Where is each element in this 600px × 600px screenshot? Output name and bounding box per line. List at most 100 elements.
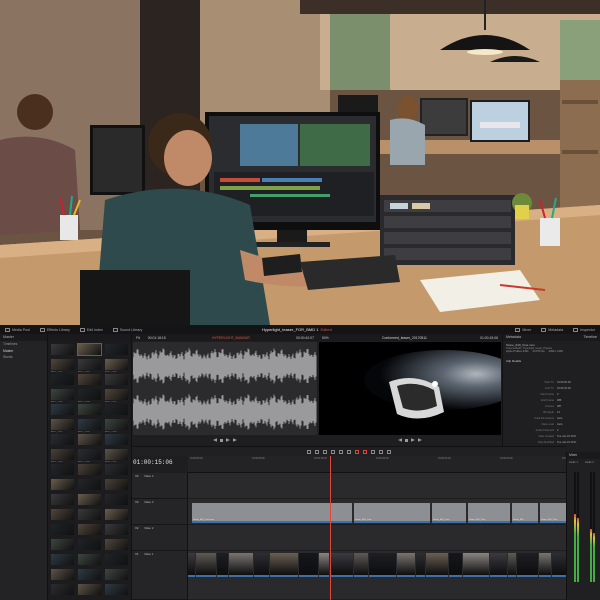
- play-button[interactable]: [226, 438, 230, 442]
- media-pool-tab[interactable]: Media Pool: [0, 327, 35, 332]
- video-clip[interactable]: [463, 553, 489, 577]
- media-thumbnail[interactable]: [51, 419, 74, 430]
- media-thumbnail[interactable]: [105, 584, 128, 595]
- media-thumbnail[interactable]: [105, 509, 128, 520]
- mixer-tab[interactable]: Mixer: [510, 327, 536, 332]
- video-clip[interactable]: [299, 553, 318, 577]
- media-thumbnail[interactable]: [78, 404, 101, 415]
- video-clip[interactable]: [196, 553, 216, 577]
- media-thumbnail[interactable]: [105, 404, 128, 415]
- media-thumbnail[interactable]: [105, 554, 128, 565]
- media-thumbnail[interactable]: [51, 404, 74, 415]
- video-clip[interactable]: [426, 553, 448, 577]
- track-header[interactable]: V1 Video 1: [132, 551, 188, 600]
- media-thumbnail[interactable]: [105, 494, 128, 505]
- video-clip[interactable]: [449, 553, 462, 577]
- record-rewind-button[interactable]: [398, 438, 402, 442]
- timeline-clip[interactable]: Stone_640: [512, 503, 538, 523]
- media-thumbnail[interactable]: [78, 554, 101, 565]
- stop-button[interactable]: [220, 438, 223, 442]
- media-thumbnail[interactable]: [105, 419, 128, 430]
- media-thumbnail[interactable]: [105, 389, 128, 400]
- track-lane[interactable]: [188, 525, 566, 551]
- record-viewer[interactable]: [319, 342, 501, 435]
- flag-icon[interactable]: [371, 449, 375, 454]
- media-thumbnail[interactable]: [105, 569, 128, 580]
- media-thumbnail[interactable]: [77, 343, 102, 356]
- media-thumbnail[interactable]: [105, 524, 128, 535]
- video-clip[interactable]: [539, 553, 551, 577]
- media-thumbnail[interactable]: [51, 524, 74, 535]
- inspector-tab[interactable]: Inspector: [568, 327, 600, 332]
- insert-clip-icon[interactable]: [331, 449, 335, 454]
- timeline-clip[interactable]: Stone_640_Cine: [432, 503, 466, 523]
- video-clip[interactable]: [552, 553, 566, 577]
- bin-item-stunts[interactable]: Stunts: [0, 354, 47, 360]
- timeline-clip[interactable]: Stone_640_Cine: [468, 503, 510, 523]
- media-thumbnail[interactable]: [78, 389, 101, 400]
- video-clip[interactable]: [217, 553, 228, 577]
- track-lane[interactable]: [188, 473, 566, 499]
- video-clip[interactable]: [270, 553, 298, 577]
- media-thumbnail[interactable]: [51, 584, 74, 595]
- selection-tool-icon[interactable]: [307, 449, 311, 454]
- effects-library-tab[interactable]: Effects Library: [35, 327, 75, 332]
- media-thumbnail[interactable]: [78, 434, 101, 445]
- linked-selection-icon[interactable]: [363, 449, 367, 454]
- video-clip[interactable]: [330, 553, 353, 577]
- media-thumbnail[interactable]: [105, 374, 128, 385]
- record-forward-button[interactable]: [418, 438, 422, 442]
- playhead[interactable]: [330, 456, 331, 600]
- media-thumbnail[interactable]: [51, 359, 74, 370]
- video-clip[interactable]: [354, 553, 368, 577]
- metadata-section-title[interactable]: Clip Details: [506, 359, 597, 363]
- timeline-clip[interactable]: Stone_640_Cine: [540, 503, 566, 523]
- media-thumbnail[interactable]: [51, 479, 74, 490]
- video-clip[interactable]: [490, 553, 507, 577]
- media-thumbnail[interactable]: [51, 464, 74, 475]
- timeline-tracks[interactable]: Stone_640_Cine.mov Stone_640_Cine Stone_64…: [188, 473, 566, 600]
- media-thumbnail[interactable]: [51, 449, 74, 460]
- media-thumbnail[interactable]: [105, 449, 128, 460]
- replace-clip-icon[interactable]: [347, 449, 351, 454]
- media-thumbnail[interactable]: [78, 479, 101, 490]
- marker-icon[interactable]: [379, 449, 383, 454]
- media-thumbnail[interactable]: [51, 344, 74, 355]
- record-timeline-name[interactable]: Conformed_teaser_20170511: [382, 336, 427, 340]
- media-thumbnail[interactable]: [105, 359, 128, 370]
- media-thumbnail[interactable]: [78, 539, 101, 550]
- record-zoom[interactable]: 50%: [322, 336, 329, 340]
- track-header[interactable]: V4 Video 4: [132, 473, 188, 499]
- media-thumbnail[interactable]: [78, 374, 101, 385]
- media-thumbnail[interactable]: [51, 374, 74, 385]
- video-clip[interactable]: [517, 553, 538, 577]
- video-clip[interactable]: [188, 553, 195, 577]
- media-thumbnail[interactable]: [78, 569, 101, 580]
- media-thumbnail[interactable]: [78, 509, 101, 520]
- video-clip[interactable]: [254, 553, 269, 577]
- trim-tool-icon[interactable]: [315, 449, 319, 454]
- media-thumbnail[interactable]: [51, 539, 74, 550]
- media-thumbnail[interactable]: [105, 434, 128, 445]
- media-thumbnail[interactable]: [51, 509, 74, 520]
- media-thumbnail[interactable]: [78, 449, 101, 460]
- video-clip[interactable]: [508, 553, 516, 577]
- timeline-clip[interactable]: Stone_640_Cine: [354, 503, 430, 523]
- media-thumbnail[interactable]: [51, 569, 74, 580]
- source-waveform[interactable]: [132, 342, 317, 435]
- video-clip[interactable]: [229, 553, 253, 577]
- media-thumbnail[interactable]: [78, 494, 101, 505]
- media-thumbnail[interactable]: [105, 464, 128, 475]
- zoom-icon[interactable]: [387, 449, 391, 454]
- media-thumbnail[interactable]: [78, 359, 101, 370]
- snapping-icon[interactable]: [355, 449, 359, 454]
- video-clip[interactable]: [369, 553, 396, 577]
- media-thumbnail[interactable]: [51, 434, 74, 445]
- rewind-button[interactable]: [213, 438, 217, 442]
- media-thumbnail[interactable]: [51, 389, 74, 400]
- metadata-tab[interactable]: Metadata: [536, 327, 568, 332]
- fast-forward-button[interactable]: [233, 438, 237, 442]
- timeline-clip[interactable]: Stone_640_Cine.mov: [192, 503, 352, 523]
- track-header[interactable]: V3 Video 3: [132, 499, 188, 525]
- media-thumbnail[interactable]: [51, 554, 74, 565]
